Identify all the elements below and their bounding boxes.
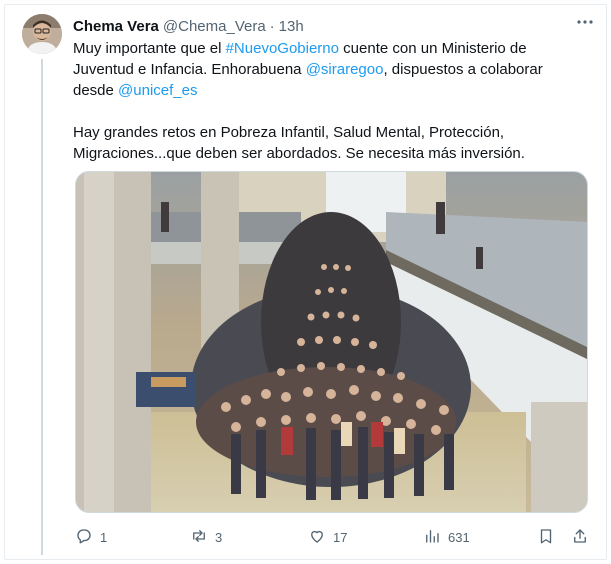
share-icon [571, 527, 589, 548]
avatar[interactable] [22, 14, 62, 54]
more-dots-icon[interactable] [574, 11, 596, 33]
author-name[interactable]: Chema Vera [73, 18, 159, 35]
like-button[interactable]: 17 [308, 525, 347, 549]
hashtag-link[interactable]: #NuevoGobierno [226, 40, 339, 57]
analytics-icon [423, 527, 441, 548]
tweet-time[interactable]: 13h [279, 18, 304, 35]
share-button[interactable] [571, 525, 589, 549]
tweet-actions: 1 3 17 631 [73, 525, 593, 549]
tweet-paragraph-1: Muy importante que el #NuevoGobierno cue… [73, 38, 573, 101]
tweet-paragraph-2: Hay grandes retos en Pobreza Infantil, S… [73, 124, 525, 162]
tweet-card[interactable]: Chema Vera @Chema_Vera · 13h Muy importa… [4, 4, 607, 560]
reply-button[interactable]: 1 [75, 525, 107, 549]
tweet-text: Muy importante que el #NuevoGobierno cue… [73, 38, 573, 185]
tweet-photo[interactable] [75, 171, 588, 513]
retweet-count: 3 [215, 529, 223, 545]
separator-dot: · [269, 17, 275, 35]
retweet-button[interactable]: 3 [190, 525, 222, 549]
bookmark-icon [537, 527, 555, 548]
mention-link-unicef[interactable]: @unicef_es [118, 82, 197, 99]
tweet-header: Chema Vera @Chema_Vera · 13h [73, 15, 594, 37]
heart-icon [308, 527, 326, 548]
bookmark-button[interactable] [537, 525, 555, 549]
text-segment: Muy importante que el [73, 40, 226, 57]
views-button[interactable]: 631 [423, 525, 470, 549]
thread-line [41, 59, 43, 555]
views-count: 631 [448, 529, 470, 545]
author-handle[interactable]: @Chema_Vera [163, 18, 266, 35]
mention-link-siraregoo[interactable]: @siraregoo [306, 61, 384, 78]
reply-count: 1 [100, 529, 108, 545]
like-count: 17 [333, 529, 348, 545]
retweet-icon [190, 527, 208, 548]
reply-icon [75, 527, 93, 548]
